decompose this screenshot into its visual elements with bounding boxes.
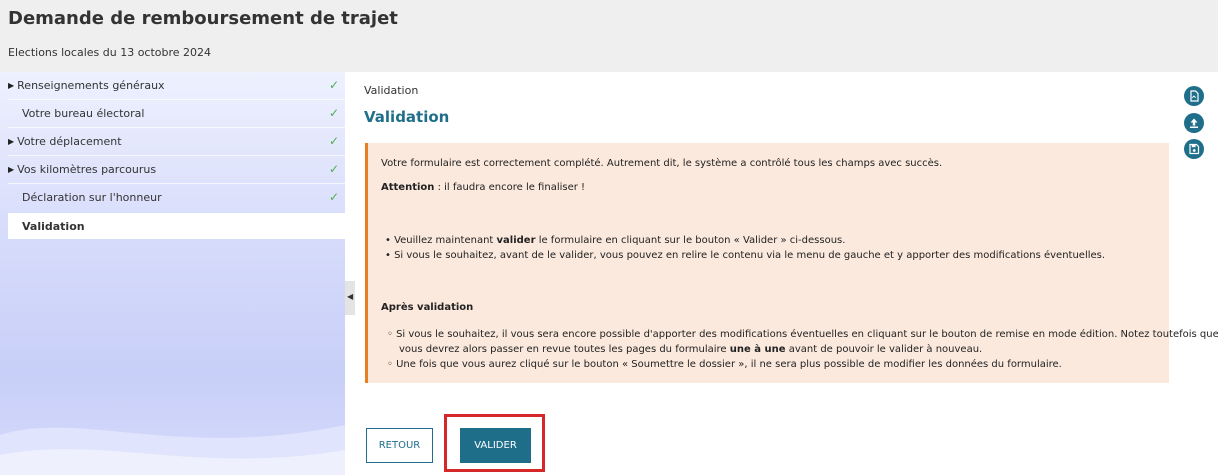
- sidebar-item-renseignements-generaux[interactable]: ▶ Renseignements généraux ✓: [8, 72, 345, 98]
- sidebar-item-deplacement[interactable]: ▶ Votre déplacement ✓: [8, 128, 345, 154]
- notice-after-title: Après validation: [381, 302, 474, 313]
- notice-text-bold: valider: [496, 235, 536, 246]
- save-button[interactable]: [1184, 139, 1204, 159]
- check-icon: ✓: [328, 78, 339, 92]
- pdf-button[interactable]: [1184, 86, 1204, 106]
- upload-button[interactable]: [1184, 113, 1204, 133]
- notice-text: le formulaire en cliquant sur le bouton …: [535, 235, 846, 246]
- save-icon: [1189, 143, 1200, 155]
- notice-attention-label: Attention: [381, 182, 435, 193]
- notice-text: vous devrez alors passer en revue toutes…: [399, 344, 730, 355]
- valider-highlight-box: [444, 414, 545, 472]
- validation-notice: Votre formulaire est correctement complé…: [365, 143, 1218, 383]
- sidebar-item-kilometres[interactable]: ▶ Vos kilomètres parcourus ✓: [8, 156, 345, 182]
- sidebar-item-declaration[interactable]: Déclaration sur l'honneur ✓: [8, 184, 345, 210]
- sidebar-item-bureau-electoral[interactable]: Votre bureau électoral ✓: [8, 100, 345, 126]
- check-icon: ✓: [328, 106, 339, 120]
- section-title: Validation: [364, 108, 450, 126]
- notice-text: • Veuillez maintenant: [385, 235, 497, 246]
- notice-text: avant de pouvoir le valider à nouveau.: [785, 344, 983, 355]
- upload-icon: [1190, 118, 1198, 128]
- notice-bullet: • Si vous le souhaitez, avant de le vali…: [385, 250, 1106, 261]
- sidebar-item-validation[interactable]: Validation: [8, 213, 345, 239]
- notice-after-bullet: ◦ Une fois que vous aurez cliqué sur le …: [387, 359, 1062, 370]
- sidebar-nav: ▶ Renseignements généraux ✓ Votre bureau…: [0, 72, 345, 475]
- notice-after-bullet-cont: vous devrez alors passer en revue toutes…: [399, 344, 982, 355]
- notice-bullet: • Veuillez maintenant valider le formula…: [385, 235, 845, 246]
- sidebar-item-label: Votre déplacement: [17, 134, 122, 148]
- check-icon: ✓: [328, 190, 339, 204]
- caret-right-icon: ▶: [8, 80, 15, 90]
- sidebar-collapse-button[interactable]: ◀: [345, 281, 355, 315]
- caret-right-icon: ▶: [8, 164, 15, 174]
- breadcrumb: Validation: [364, 84, 419, 97]
- notice-text-bold: une à une: [729, 344, 786, 355]
- sidebar-item-label: Votre bureau électoral: [22, 106, 145, 120]
- sidebar-item-label: Vos kilomètres parcourus: [17, 162, 157, 176]
- notice-attention: Attention : il faudra encore le finalise…: [381, 182, 585, 193]
- sidebar-item-label: Déclaration sur l'honneur: [22, 190, 162, 204]
- page-header: Demande de remboursement de trajet Elect…: [0, 0, 1218, 72]
- caret-left-icon: ◀: [347, 292, 354, 301]
- check-icon: ✓: [328, 134, 339, 148]
- check-icon: ✓: [328, 162, 339, 176]
- notice-line: Votre formulaire est correctement complé…: [381, 158, 943, 169]
- page-subtitle: Elections locales du 13 octobre 2024: [8, 46, 212, 59]
- caret-right-icon: ▶: [8, 136, 15, 146]
- retour-button[interactable]: RETOUR: [366, 428, 433, 463]
- sidebar-wave-decoration: [0, 425, 345, 475]
- pdf-icon: [1190, 90, 1199, 102]
- sidebar-item-label: Renseignements généraux: [17, 78, 165, 92]
- notice-after-bullet: ◦ Si vous le souhaitez, il vous sera enc…: [387, 329, 1218, 340]
- page-title: Demande de remboursement de trajet: [8, 8, 398, 29]
- notice-attention-text: : il faudra encore le finaliser !: [434, 182, 586, 193]
- sidebar-item-label: Validation: [22, 219, 85, 233]
